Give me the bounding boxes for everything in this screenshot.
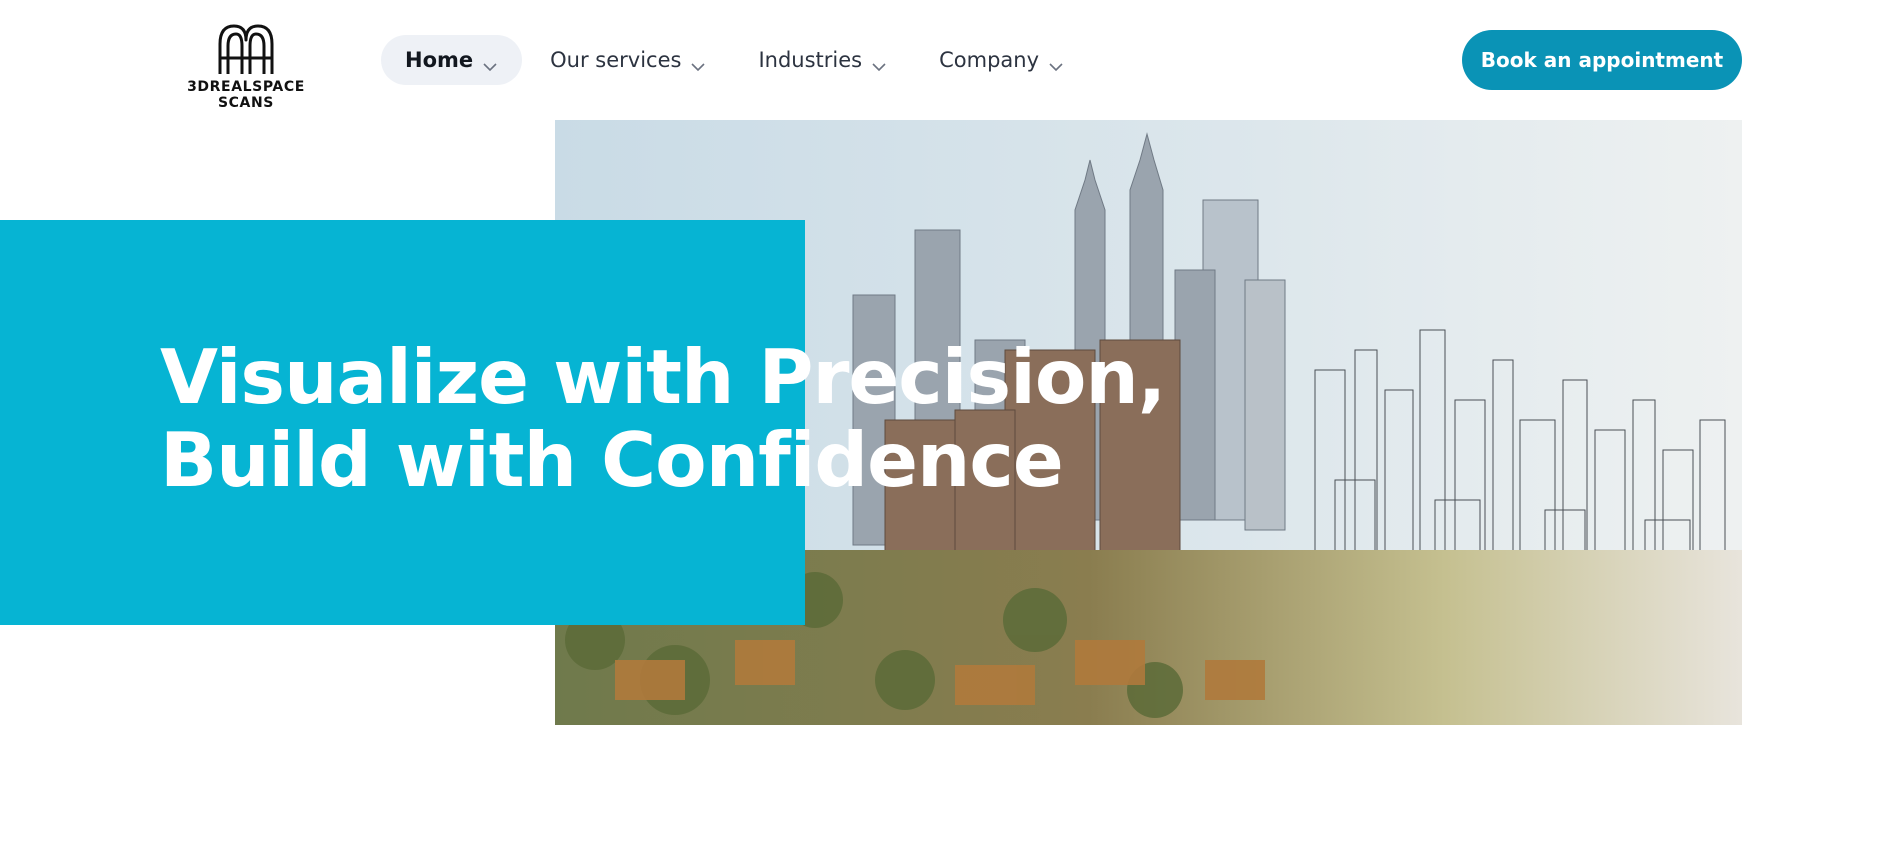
- hero-title-line-1: Visualize with Precision,: [160, 333, 1166, 421]
- chevron-down-icon: [871, 54, 887, 72]
- nav-item-home[interactable]: Home: [381, 35, 523, 85]
- main-nav: Home Our services Industries Company: [381, 35, 1092, 85]
- hero-title: Visualize with Precision, Build with Con…: [160, 333, 1166, 504]
- nav-item-company[interactable]: Company: [915, 35, 1088, 85]
- nav-item-our-services[interactable]: Our services: [526, 35, 730, 85]
- chevron-down-icon: [1048, 54, 1064, 72]
- arch-logo-icon: [218, 24, 274, 74]
- brand-name: 3DREALSPACE SCANS: [187, 79, 305, 111]
- nav-item-label: Industries: [758, 48, 863, 72]
- nav-item-label: Company: [939, 48, 1040, 72]
- chevron-down-icon: [482, 54, 498, 72]
- hero-title-line-2: Build with Confidence: [160, 416, 1064, 504]
- site-header: 3DREALSPACE SCANS Home Our services Indu…: [0, 0, 1882, 120]
- nav-item-label: Our services: [550, 48, 682, 72]
- nav-item-label: Home: [405, 48, 474, 72]
- chevron-down-icon: [690, 54, 706, 72]
- book-appointment-button[interactable]: Book an appointment: [1462, 30, 1742, 90]
- brand-logo[interactable]: 3DREALSPACE SCANS: [160, 24, 332, 111]
- nav-item-industries[interactable]: Industries: [734, 35, 911, 85]
